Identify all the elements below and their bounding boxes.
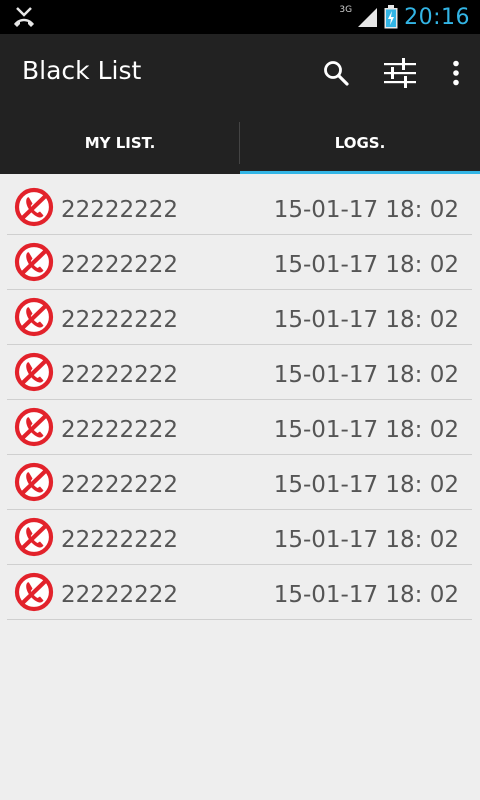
blocked-call-icon (14, 297, 54, 337)
more-vert-icon (453, 60, 459, 86)
phone-number: 22222222 (61, 472, 179, 498)
log-timestamp: 15-01-17 18: 02 (273, 417, 459, 443)
list-item[interactable]: 22222222 15-01-17 18: 02 (0, 510, 480, 565)
blocked-call-icon (14, 517, 54, 557)
list-item[interactable]: 22222222 15-01-17 18: 02 (0, 345, 480, 400)
blocked-call-icon (14, 572, 54, 612)
selected-tab-indicator (240, 171, 480, 174)
blocked-call-icon (14, 462, 54, 502)
list-item[interactable]: 22222222 15-01-17 18: 02 (0, 565, 480, 620)
log-timestamp: 15-01-17 18: 02 (273, 197, 459, 223)
log-timestamp: 15-01-17 18: 02 (273, 582, 459, 608)
tab-my-list[interactable]: MY LIST. (0, 112, 240, 174)
list-item[interactable]: 22222222 15-01-17 18: 02 (0, 235, 480, 290)
log-timestamp: 15-01-17 18: 02 (273, 527, 459, 553)
blocked-call-icon (14, 187, 54, 227)
search-button[interactable] (312, 34, 360, 112)
log-timestamp: 15-01-17 18: 02 (273, 252, 459, 278)
phone-number: 22222222 (61, 252, 179, 278)
phone-number: 22222222 (61, 362, 179, 388)
overflow-menu-button[interactable] (436, 34, 476, 112)
phone-number: 22222222 (61, 582, 179, 608)
status-bar: 3G 20:16 (0, 0, 480, 34)
list-item[interactable]: 22222222 15-01-17 18: 02 (0, 400, 480, 455)
app-title: Black List (22, 56, 142, 85)
phone-number: 22222222 (61, 307, 179, 333)
log-timestamp: 15-01-17 18: 02 (273, 472, 459, 498)
log-timestamp: 15-01-17 18: 02 (273, 307, 459, 333)
log-timestamp: 15-01-17 18: 02 (273, 362, 459, 388)
sliders-icon (384, 58, 416, 88)
signal-icon (358, 8, 378, 27)
row-divider (7, 619, 472, 620)
network-type-label: 3G (339, 5, 353, 15)
list-item[interactable]: 22222222 15-01-17 18: 02 (0, 455, 480, 510)
tab-bar: MY LIST. LOGS. (0, 112, 480, 174)
list-item[interactable]: 22222222 15-01-17 18: 02 (0, 290, 480, 345)
phone-number: 22222222 (61, 527, 179, 553)
search-icon (324, 61, 349, 86)
phone-number: 22222222 (61, 417, 179, 443)
battery-charging-icon (384, 5, 398, 29)
list-item[interactable]: 22222222 15-01-17 18: 02 (0, 180, 480, 235)
blocked-call-icon (14, 242, 54, 282)
missed-call-icon (14, 7, 34, 27)
action-bar: Black List (0, 34, 480, 112)
blocked-call-icon (14, 352, 54, 392)
blocked-call-icon (14, 407, 54, 447)
tab-logs[interactable]: LOGS. (240, 112, 480, 174)
clock: 20:16 (404, 4, 470, 30)
blocked-log-list: 22222222 15-01-17 18: 02 22222222 15-01-… (0, 180, 480, 620)
settings-sliders-button[interactable] (374, 34, 426, 112)
phone-number: 22222222 (61, 197, 179, 223)
